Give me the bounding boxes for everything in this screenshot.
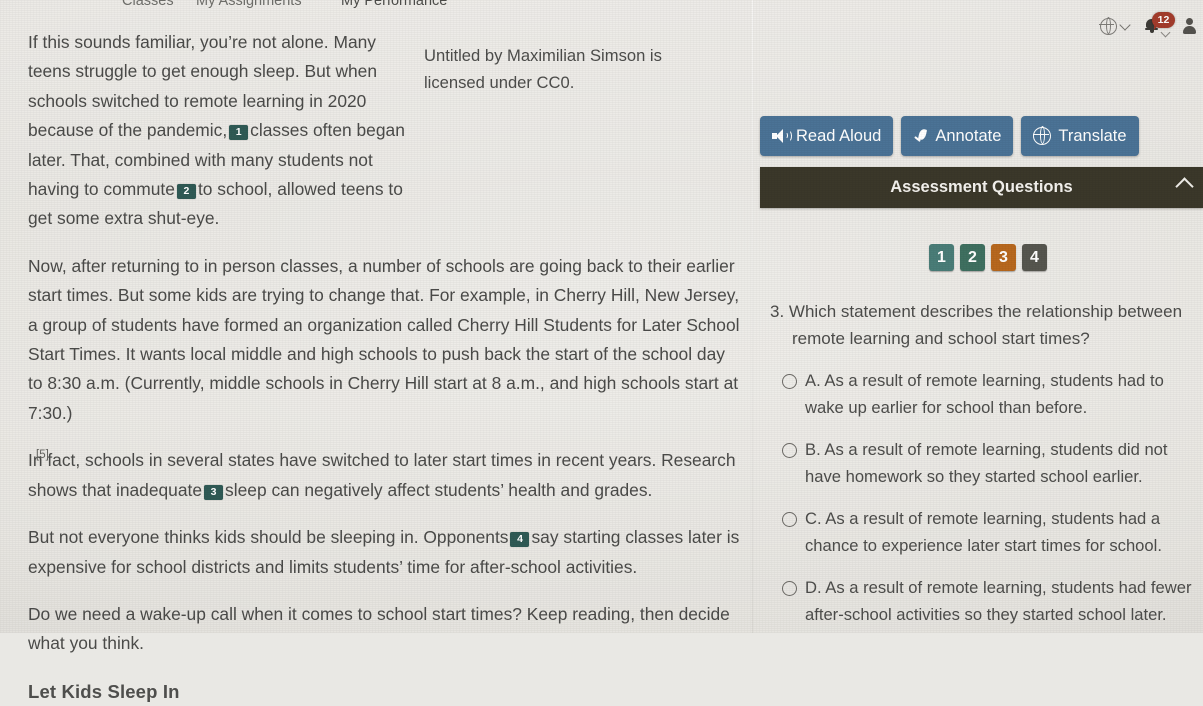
answer-option-c[interactable]: C. As a result of remote learning, stude… xyxy=(782,506,1202,559)
question-number: 3. xyxy=(770,302,785,321)
question-tab-4[interactable]: 4 xyxy=(1022,244,1047,271)
image-caption: Untitled by Maximilian Simson is license… xyxy=(424,46,662,92)
radio-button-c[interactable] xyxy=(782,512,797,527)
inline-vocab-marker-4[interactable]: 4 xyxy=(510,532,530,548)
option-body-a: As a result of remote learning, students… xyxy=(805,371,1164,417)
article-paragraph: But not everyone thinks kids should be s… xyxy=(28,523,740,582)
answer-option-c-text: C. As a result of remote learning, stude… xyxy=(805,506,1202,559)
assessment-panel: Read Aloud Annotate Translate Assessment… xyxy=(752,0,1203,633)
inline-vocab-marker-1[interactable]: 1 xyxy=(229,125,249,141)
answer-options: A. As a result of remote learning, stude… xyxy=(782,368,1202,644)
option-letter-b: B. xyxy=(805,440,821,459)
assessment-questions-header[interactable]: Assessment Questions xyxy=(760,167,1203,208)
article-paragraph: Now, after returning to in person classe… xyxy=(28,252,740,428)
answer-option-d-text: D. As a result of remote learning, stude… xyxy=(805,575,1202,628)
radio-button-b[interactable] xyxy=(782,443,797,458)
question-line-2: remote learning and school start times? xyxy=(792,329,1090,348)
question-prompt: 3. Which statement describes the relatio… xyxy=(770,298,1198,352)
paragraph-number: [5] xyxy=(36,449,49,462)
article-reading-pane: If this sounds familiar, you’re not alon… xyxy=(0,24,752,702)
inline-vocab-marker-2[interactable]: 2 xyxy=(176,184,196,200)
article-subheading: Let Kids Sleep In xyxy=(28,680,180,702)
globe-icon xyxy=(1032,126,1052,145)
question-tab-2[interactable]: 2 xyxy=(960,244,985,271)
pen-icon xyxy=(913,129,928,144)
option-body-d: As a result of remote learning, students… xyxy=(805,578,1192,624)
read-aloud-button[interactable]: Read Aloud xyxy=(760,116,894,156)
translate-button[interactable]: Translate xyxy=(1021,116,1139,156)
annotate-label: Annotate xyxy=(935,126,1002,145)
chevron-up-icon[interactable] xyxy=(1175,177,1194,196)
paragraph-text: sleep can negatively affect students’ he… xyxy=(225,479,653,500)
inline-vocab-marker-3[interactable]: 3 xyxy=(204,484,224,500)
option-body-b: As a result of remote learning, students… xyxy=(805,440,1168,486)
option-letter-c: C. xyxy=(805,509,822,528)
article-paragraph: Do we need a wake-up call when it comes … xyxy=(28,600,740,659)
radio-button-d[interactable] xyxy=(782,581,797,596)
option-letter-a: A. xyxy=(805,371,821,390)
speaker-icon xyxy=(772,129,792,143)
answer-option-d[interactable]: D. As a result of remote learning, stude… xyxy=(782,575,1202,628)
answer-option-b-text: B. As a result of remote learning, stude… xyxy=(805,437,1202,490)
question-line-1: Which statement describes the relationsh… xyxy=(788,302,1183,321)
paragraph-text: Do we need a wake-up call when it comes … xyxy=(28,603,730,654)
nav-item-my-performance[interactable]: My Performance xyxy=(341,0,447,9)
paragraph-text: But not everyone thinks kids should be s… xyxy=(28,527,509,548)
radio-button-a[interactable] xyxy=(782,374,797,389)
article-paragraph: In fact, schools in several states have … xyxy=(28,446,740,505)
question-tabs: 1 2 3 4 xyxy=(929,244,1047,271)
nav-item-classes[interactable]: Classes xyxy=(122,0,174,9)
option-letter-d: D. xyxy=(805,578,822,597)
annotate-button[interactable]: Annotate xyxy=(901,116,1014,156)
answer-option-b[interactable]: B. As a result of remote learning, stude… xyxy=(782,437,1202,490)
read-aloud-label: Read Aloud xyxy=(796,126,882,145)
reading-toolbar: Read Aloud Annotate Translate xyxy=(760,116,1139,156)
option-body-c: As a result of remote learning, students… xyxy=(805,509,1162,555)
answer-option-a[interactable]: A. As a result of remote learning, stude… xyxy=(782,368,1202,421)
assessment-questions-title: Assessment Questions xyxy=(890,178,1073,196)
nav-item-my-assignments[interactable]: My Assignments xyxy=(196,0,302,9)
paragraph-text: Now, after returning to in person classe… xyxy=(28,255,740,423)
translate-label: Translate xyxy=(1058,126,1127,145)
question-tab-1[interactable]: 1 xyxy=(929,244,954,271)
article-paragraph: If this sounds familiar, you’re not alon… xyxy=(28,28,418,234)
answer-option-a-text: A. As a result of remote learning, stude… xyxy=(805,368,1202,421)
question-tab-3[interactable]: 3 xyxy=(991,244,1016,271)
